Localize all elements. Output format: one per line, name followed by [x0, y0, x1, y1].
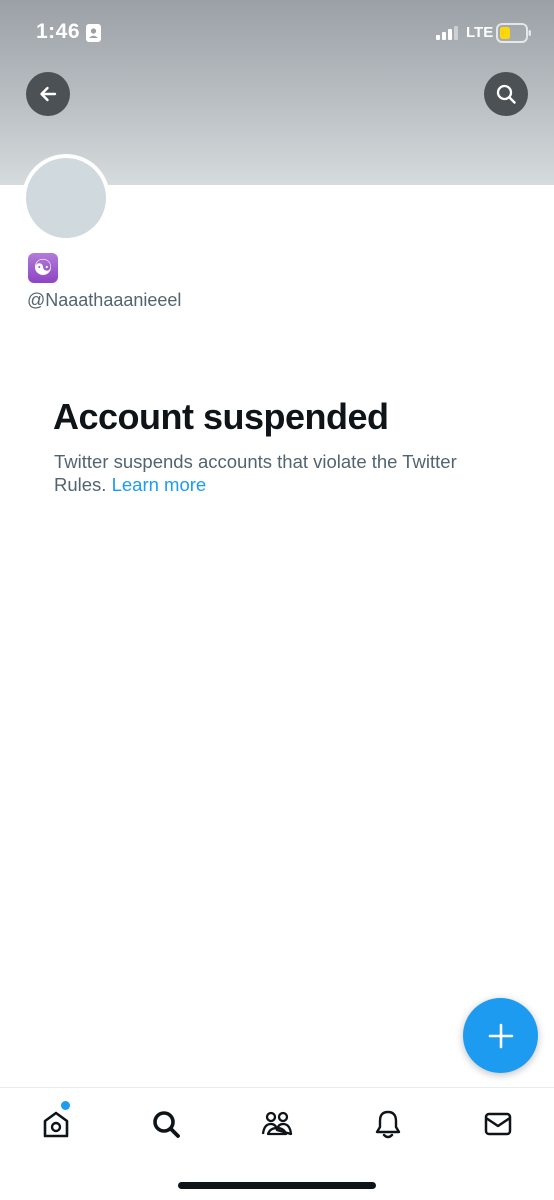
home-unread-dot — [61, 1101, 70, 1110]
tab-home[interactable] — [36, 1104, 76, 1144]
arrow-left-icon — [40, 86, 57, 102]
compose-tweet-button[interactable] — [463, 998, 538, 1073]
avatar-placeholder — [26, 158, 106, 238]
home-indicator[interactable] — [178, 1182, 376, 1189]
suspension-message: Twitter suspends accounts that violate t… — [54, 450, 514, 496]
display-name-emoji: ☯ — [28, 253, 58, 283]
network-label: LTE — [466, 24, 494, 41]
plus-icon — [488, 1023, 513, 1048]
search-button[interactable] — [484, 72, 528, 116]
status-time: 1:46 — [36, 20, 81, 43]
contact-card-icon — [86, 24, 101, 42]
home-icon — [43, 1111, 69, 1138]
avatar[interactable] — [22, 154, 110, 242]
mail-icon — [484, 1112, 512, 1136]
communities-icon — [261, 1111, 293, 1136]
tab-search[interactable] — [146, 1104, 186, 1144]
tab-messages[interactable] — [478, 1104, 518, 1144]
tab-communities[interactable] — [257, 1104, 297, 1144]
tab-notifications[interactable] — [368, 1104, 408, 1144]
status-bar: 1:46 LTE — [0, 0, 554, 66]
user-handle: @Naaathaaanieeel — [27, 290, 182, 310]
bell-icon — [375, 1110, 401, 1139]
battery-icon — [496, 23, 532, 48]
suspension-title: Account suspended — [53, 396, 389, 437]
learn-more-link[interactable]: Learn more — [112, 474, 207, 495]
search-icon — [153, 1111, 180, 1138]
search-icon — [496, 84, 516, 104]
back-button[interactable] — [26, 72, 70, 116]
signal-icon — [436, 26, 458, 45]
